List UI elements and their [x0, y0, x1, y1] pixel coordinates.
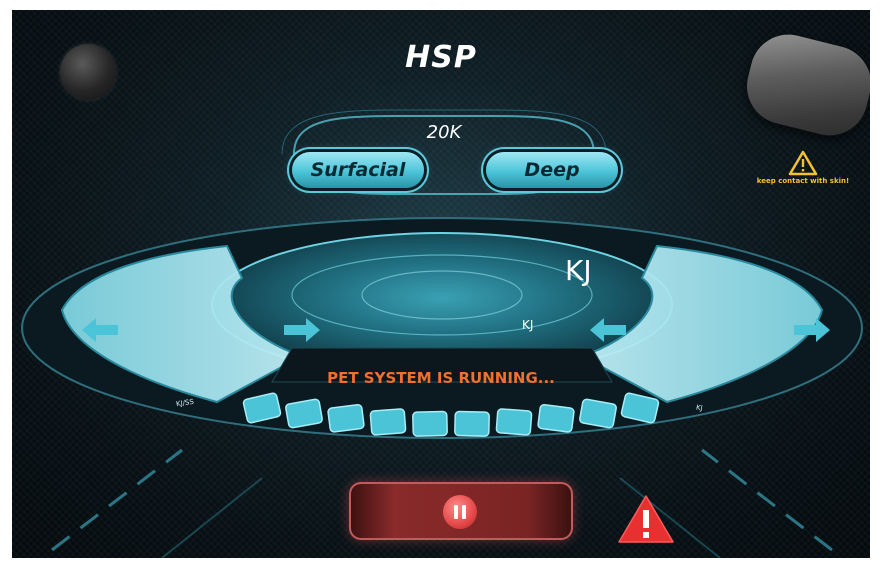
- pause-button[interactable]: [349, 482, 573, 540]
- energy-platform: [21, 217, 863, 558]
- right-scale-label: KJ: [695, 403, 704, 413]
- energy-unit-small: KJ: [522, 318, 534, 332]
- hsp-screen: HSP 20K Surfacial Deep keep contact with…: [12, 10, 870, 558]
- pause-icon[interactable]: [443, 495, 477, 529]
- level-segment[interactable]: [495, 408, 533, 436]
- level-segment[interactable]: [412, 410, 448, 437]
- level-segment[interactable]: [454, 410, 490, 437]
- status-text: PET SYSTEM IS RUNNING...: [327, 369, 555, 387]
- alarm-warning-icon[interactable]: [617, 494, 675, 544]
- level-segment[interactable]: [369, 408, 407, 436]
- level-segment[interactable]: [537, 403, 575, 433]
- energy-unit-large: KJ: [565, 254, 592, 287]
- level-segment[interactable]: [327, 403, 365, 433]
- level-segment[interactable]: [579, 398, 617, 429]
- level-segment[interactable]: [285, 398, 323, 429]
